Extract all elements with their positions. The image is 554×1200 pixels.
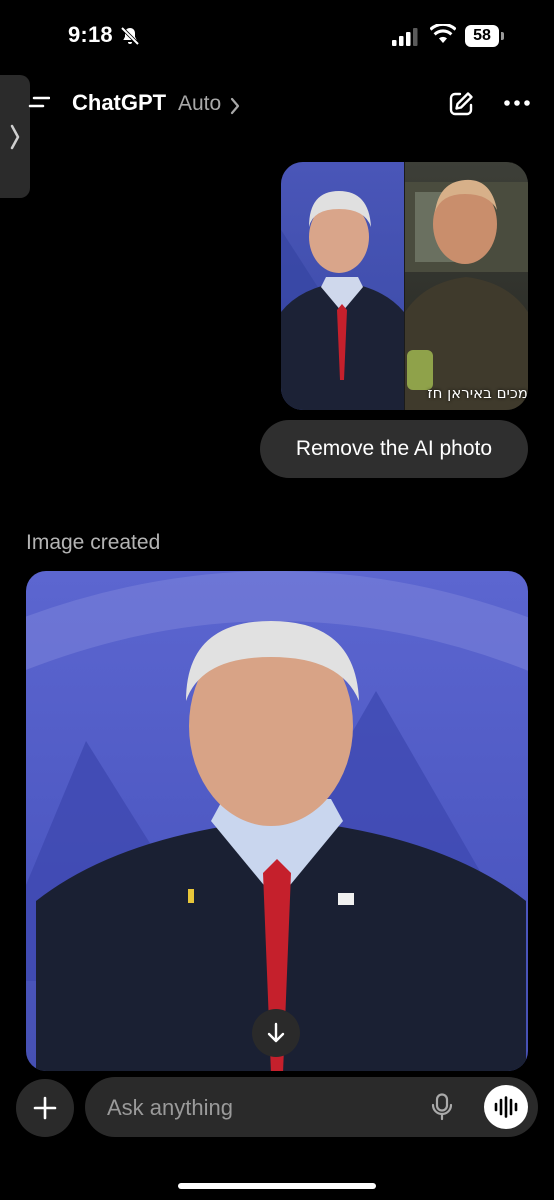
- home-indicator: [178, 1183, 376, 1189]
- sent-image-right-photo: [405, 162, 528, 410]
- user-message-bubble: Remove the AI photo: [260, 420, 528, 478]
- model-selector[interactable]: Auto: [178, 92, 221, 116]
- message-composer: [85, 1077, 538, 1139]
- microphone-icon[interactable]: [431, 1093, 453, 1121]
- sidebar-toggle-tab[interactable]: [0, 75, 30, 198]
- battery-icon: 58: [465, 25, 505, 47]
- plus-icon: [33, 1096, 57, 1120]
- sent-image-left-photo: [281, 162, 404, 410]
- image-created-label: Image created: [26, 531, 161, 554]
- scroll-down-button[interactable]: [252, 1009, 300, 1057]
- wifi-icon: [430, 24, 456, 43]
- voice-waveform-icon: [494, 1096, 518, 1118]
- status-time: 9:18: [68, 22, 113, 47]
- battery-level: 58: [465, 25, 499, 47]
- chevron-right-icon[interactable]: [229, 96, 241, 116]
- edit-icon[interactable]: [448, 91, 474, 117]
- chevron-right-icon: [10, 124, 20, 149]
- sent-image-attachment[interactable]: מכים באיראן חז: [281, 162, 528, 410]
- signal-icon: [392, 28, 418, 46]
- message-input[interactable]: [105, 1077, 419, 1139]
- attach-button[interactable]: [16, 1079, 74, 1137]
- generated-image[interactable]: [26, 571, 528, 1071]
- sent-image-caption: מכים באיראן חז: [427, 384, 528, 402]
- arrow-down-icon: [267, 1022, 285, 1043]
- bell-slash-icon: [120, 26, 140, 46]
- more-icon[interactable]: [503, 98, 531, 108]
- voice-mode-button[interactable]: [484, 1085, 528, 1129]
- menu-icon[interactable]: [28, 95, 50, 113]
- app-title[interactable]: ChatGPT: [72, 90, 166, 116]
